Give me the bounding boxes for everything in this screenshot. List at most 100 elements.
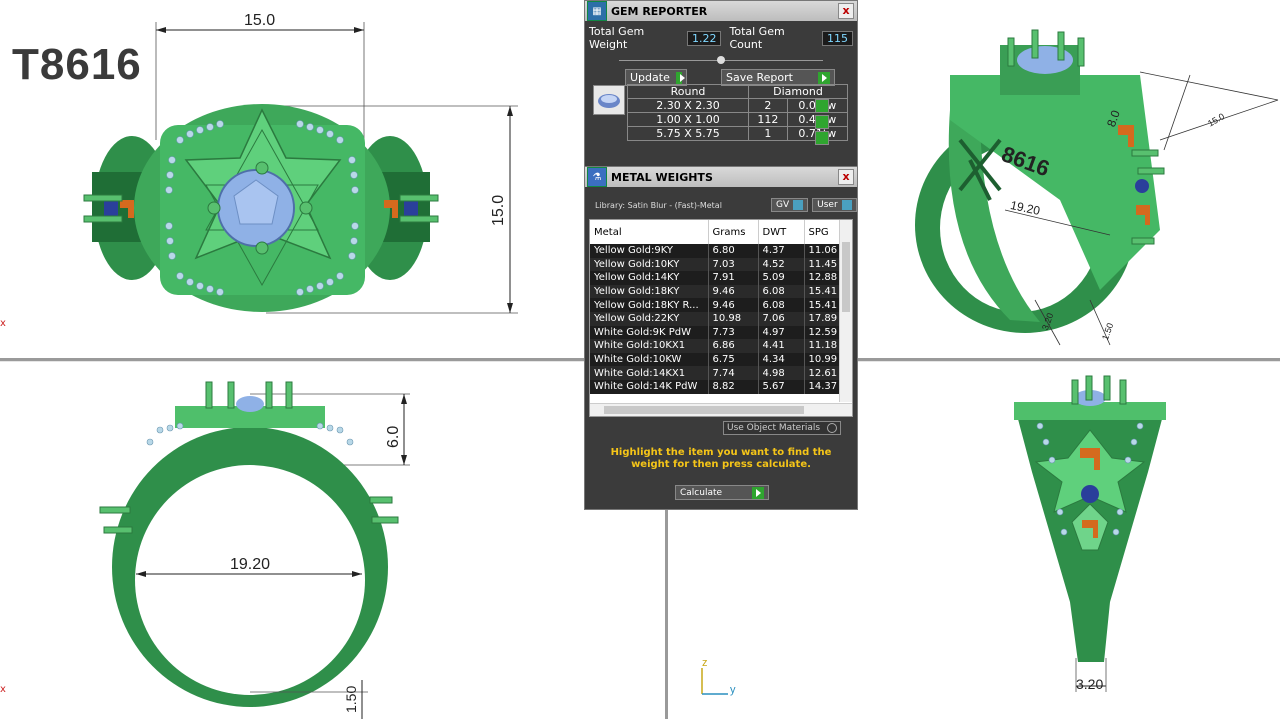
dim-front-height: 6.0 xyxy=(385,425,402,448)
metal-cell: 5.67 xyxy=(758,379,805,394)
metal-col-header[interactable]: SPG xyxy=(804,220,841,244)
metal-cell: 6.86 xyxy=(708,339,759,353)
metal-row[interactable]: White Gold:14KX1 7.74 4.98 12.61 xyxy=(590,366,841,380)
use-object-materials-toggle[interactable]: Use Object Materials xyxy=(723,421,841,435)
metal-row[interactable]: Yellow Gold:18KY R... 9.46 6.08 15.41 xyxy=(590,298,841,312)
metal-row[interactable]: White Gold:9K PdW 7.73 4.97 12.59 xyxy=(590,325,841,340)
metal-row[interactable]: Yellow Gold:18KY 9.46 6.08 15.41 xyxy=(590,284,841,299)
scrollbar-thumb[interactable] xyxy=(604,406,804,414)
metal-weights-icon: ⚗ xyxy=(587,167,607,187)
scrollbar-thumb[interactable] xyxy=(842,242,850,312)
total-gem-count-label: Total Gem Count xyxy=(729,25,785,51)
metal-cell: 7.74 xyxy=(708,366,759,380)
metal-col-header[interactable]: Grams xyxy=(708,220,759,244)
metal-cell: 6.08 xyxy=(758,284,805,299)
metal-cell: 11.18 xyxy=(804,339,841,353)
metal-cell: 7.91 xyxy=(708,271,759,285)
metal-row[interactable]: Yellow Gold:22KY 10.98 7.06 17.89 xyxy=(590,311,841,326)
metal-cell: Yellow Gold:9KY xyxy=(590,244,709,258)
gem-reporter-icon: ▦ xyxy=(587,1,607,21)
hint-text: Highlight the item you want to find the … xyxy=(610,447,832,470)
metal-cell: 11.06 xyxy=(804,244,841,258)
close-icon[interactable]: x xyxy=(838,169,854,185)
metal-cell: 4.97 xyxy=(758,325,805,340)
toggle-dot-icon xyxy=(827,423,837,433)
gem-reporter-titlebar[interactable]: ▦ GEM REPORTER x xyxy=(585,1,857,21)
metal-cell: Yellow Gold:14KY xyxy=(590,271,709,285)
library-label: Library: Satin Blur - (Fast)-Metal xyxy=(595,201,722,210)
gem-row-go-button[interactable] xyxy=(815,99,829,113)
gem-table-header-shape: Round xyxy=(627,84,749,99)
metal-row[interactable]: Yellow Gold:10KY 7.03 4.52 11.45 xyxy=(590,257,841,272)
metal-cell: 11.45 xyxy=(804,257,841,272)
horizontal-scrollbar[interactable] xyxy=(590,403,852,416)
metal-cell: 14.37 xyxy=(804,379,841,394)
metal-weights-titlebar[interactable]: ⚗ METAL WEIGHTS x xyxy=(585,167,857,187)
metal-cell: 15.41 xyxy=(804,284,841,299)
perspective-view[interactable]: 8616 xyxy=(860,0,1280,358)
metal-row[interactable]: White Gold:14K PdW 8.82 5.67 14.37 xyxy=(590,379,841,394)
dim-top-height: 15.0 xyxy=(490,194,507,226)
metal-cell: Yellow Gold:10KY xyxy=(590,257,709,272)
metal-cell: 12.61 xyxy=(804,366,841,380)
total-gem-count-value: 115 xyxy=(822,30,853,46)
metal-cell: 5.09 xyxy=(758,271,805,285)
metal-row[interactable]: Yellow Gold:14KY 7.91 5.09 12.88 xyxy=(590,271,841,285)
viewport-marker-bottom: x xyxy=(0,684,6,695)
viewport-marker-top: x xyxy=(0,318,6,329)
axis-y-label: y xyxy=(730,684,736,696)
dim-front-bottom: 1.50 xyxy=(343,685,359,713)
metal-cell: 17.89 xyxy=(804,311,841,326)
metal-cell: 12.59 xyxy=(804,325,841,340)
total-gem-weight-value: 1.22 xyxy=(686,30,722,46)
vertical-scrollbar[interactable] xyxy=(839,220,852,402)
user-toggle[interactable]: User xyxy=(812,198,857,212)
metal-table[interactable]: Metal Grams DWT SPG Yellow Gold:9KY 6.80 4… xyxy=(589,219,853,417)
metal-cell: 12.88 xyxy=(804,271,841,285)
metal-cell: 6.75 xyxy=(708,352,759,367)
metal-cell: 6.08 xyxy=(758,298,805,312)
gem-row-go-button[interactable] xyxy=(815,131,829,145)
gem-row-go-button[interactable] xyxy=(815,115,829,129)
gem-reporter-title: GEM REPORTER xyxy=(611,4,708,18)
metal-weights-title: METAL WEIGHTS xyxy=(611,170,713,184)
metal-cell: 7.73 xyxy=(708,325,759,340)
close-icon[interactable]: x xyxy=(838,3,854,19)
gem-reporter-slider[interactable] xyxy=(585,55,857,67)
metal-cell: 9.46 xyxy=(708,284,759,299)
metal-cell: 9.46 xyxy=(708,298,759,312)
metal-row[interactable]: White Gold:10KX1 6.86 4.41 11.18 xyxy=(590,339,841,353)
metal-cell: Yellow Gold:22KY xyxy=(590,311,709,326)
metal-col-header[interactable]: Metal xyxy=(590,220,709,244)
metal-cell: 10.99 xyxy=(804,352,841,367)
dim-front-inner: 19.20 xyxy=(230,556,271,573)
metal-cell: White Gold:10KX1 xyxy=(590,339,709,353)
metal-cell: White Gold:14KX1 xyxy=(590,366,709,380)
metal-cell: 4.98 xyxy=(758,366,805,380)
metal-cell: 10.98 xyxy=(708,311,759,326)
dim-side-bottom: 3.20 xyxy=(1076,676,1104,692)
top-view[interactable] xyxy=(0,0,585,358)
gv-toggle[interactable]: GV xyxy=(771,198,809,212)
front-view[interactable] xyxy=(0,362,585,719)
metal-row[interactable]: White Gold:10KW 6.75 4.34 10.99 xyxy=(590,352,841,367)
metal-cell: White Gold:9K PdW xyxy=(590,325,709,340)
axis-z-label: z xyxy=(702,657,708,669)
metal-cell: Yellow Gold:18KY xyxy=(590,284,709,299)
metal-weights-panel: ⚗ METAL WEIGHTS x Library: Satin Blur - … xyxy=(584,166,858,510)
metal-cell: 4.52 xyxy=(758,257,805,272)
gem-reporter-panel: ▦ GEM REPORTER x Total Gem Weight 1.22 T… xyxy=(584,0,858,167)
metal-cell: 6.80 xyxy=(708,244,759,258)
metal-cell: 7.06 xyxy=(758,311,805,326)
dim-top-width: 15.0 xyxy=(244,12,276,29)
slider-handle[interactable] xyxy=(717,56,725,64)
total-gem-weight-label: Total Gem Weight xyxy=(589,25,645,51)
metal-cell: 8.82 xyxy=(708,379,759,394)
metal-col-header[interactable]: DWT xyxy=(758,220,805,244)
metal-row[interactable]: Yellow Gold:9KY 6.80 4.37 11.06 xyxy=(590,244,841,258)
calculate-button[interactable]: Calculate xyxy=(675,485,769,500)
round-diamond-icon xyxy=(593,85,625,115)
metal-cell: 4.41 xyxy=(758,339,805,353)
metal-cell: 7.03 xyxy=(708,257,759,272)
metal-cell: 4.37 xyxy=(758,244,805,258)
